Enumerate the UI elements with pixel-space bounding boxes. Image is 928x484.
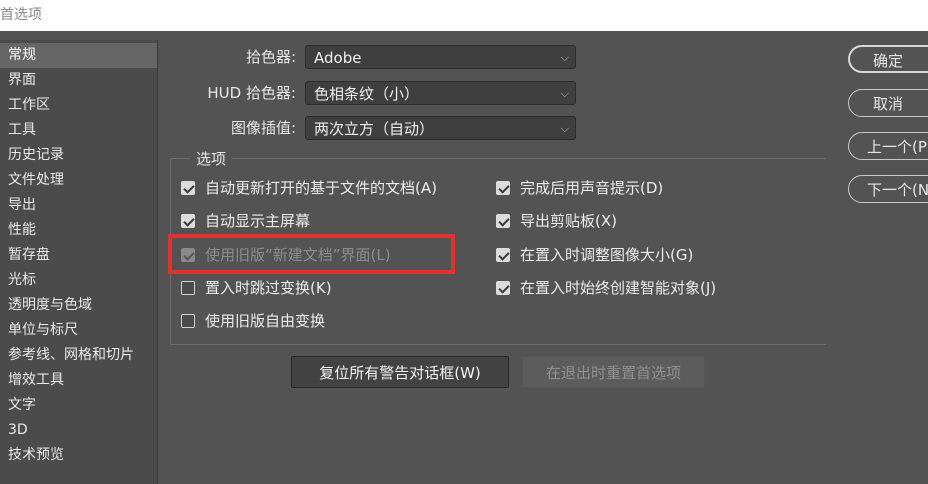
ok-button[interactable]: 确定 — [848, 45, 928, 73]
cancel-label: 取消 — [872, 95, 903, 113]
option-checkbox: 使用旧版“新建文档”界面(L) — [181, 244, 391, 266]
image-interpolation-label: 图像插值: — [230, 119, 296, 137]
sidebar-item[interactable]: 暂存盘 — [0, 243, 157, 268]
options-group-border — [170, 344, 826, 345]
sidebar-item[interactable]: 光标 — [0, 268, 157, 293]
checkbox-checked-icon — [181, 214, 195, 228]
sidebar-item[interactable]: 性能 — [0, 218, 157, 243]
checkbox-checked-icon — [496, 281, 510, 295]
sidebar-item[interactable]: 常规 — [0, 43, 157, 68]
window-title: 首选项 — [0, 7, 42, 23]
sidebar-item[interactable]: 参考线、网格和切片 — [0, 343, 157, 368]
options-group-title: 选项 — [190, 148, 233, 169]
sidebar-item[interactable]: 3D — [0, 418, 157, 443]
option-label: 置入时跳过变换(K) — [205, 279, 332, 297]
option-label: 在置入时始终创建智能对象(J) — [520, 279, 717, 297]
sidebar-item[interactable]: 技术预览 — [0, 443, 157, 468]
color-picker-value: Adobe — [314, 49, 362, 67]
option-checkbox[interactable]: 自动更新打开的基于文件的文档(A) — [181, 177, 437, 199]
hud-color-picker-select[interactable]: 色相条纹（小） ⌵ — [305, 81, 576, 105]
hud-color-picker-value: 色相条纹（小） — [314, 85, 420, 103]
option-checkbox[interactable]: 使用旧版自由变换 — [181, 310, 325, 332]
reset-on-quit-button[interactable]: 在退出时重置首选项 — [522, 356, 705, 388]
checkbox-checked-icon — [496, 181, 510, 195]
option-label: 使用旧版“新建文档”界面(L) — [205, 246, 391, 264]
option-checkbox[interactable]: 完成后用声音提示(D) — [496, 177, 663, 199]
next-button[interactable]: 下一个(N) — [848, 175, 928, 203]
reset-warnings-button[interactable]: 复位所有警告对话框(W) — [291, 356, 509, 388]
preferences-sidebar: 常规 界面 工作区 工具 历史记录 文件处理 导出 性能 暂存盘 光标 透明度与色域 单位与标尺 参考线… — [0, 40, 158, 484]
next-label: 下一个(N) — [867, 181, 928, 199]
option-checkbox[interactable]: 在置入时始终创建智能对象(J) — [496, 277, 716, 299]
image-interpolation-select[interactable]: 两次立方（自动） ⌵ — [305, 116, 576, 140]
chevron-down-icon: ⌵ — [560, 87, 569, 100]
option-checkbox[interactable]: 在置入时调整图像大小(G) — [496, 244, 693, 266]
checkbox-checked-icon — [496, 248, 510, 262]
option-label: 自动更新打开的基于文件的文档(A) — [205, 179, 437, 197]
sidebar-item[interactable]: 工具 — [0, 118, 157, 143]
option-checkbox[interactable]: 导出剪贴板(X) — [496, 210, 617, 232]
options-group-border — [170, 158, 171, 345]
sidebar-item[interactable]: 透明度与色域 — [0, 293, 157, 318]
sidebar-item[interactable]: 单位与标尺 — [0, 318, 157, 343]
sidebar-item[interactable]: 文件处理 — [0, 168, 157, 193]
image-interpolation-value: 两次立方（自动） — [314, 120, 435, 138]
checkbox-empty-icon — [181, 314, 195, 328]
prev-button[interactable]: 上一个(P) — [848, 132, 928, 160]
color-picker-label: 拾色器: — [245, 48, 296, 66]
title-bar: 首选项 — [0, 0, 928, 31]
option-label: 在置入时调整图像大小(G) — [520, 246, 694, 264]
checkbox-checked-icon — [496, 214, 510, 228]
option-label: 使用旧版自由变换 — [205, 312, 326, 330]
checkbox-checked-icon — [181, 181, 195, 195]
checkbox-empty-icon — [181, 281, 195, 295]
prev-label: 上一个(P) — [867, 138, 928, 156]
option-label: 自动显示主屏幕 — [205, 212, 311, 230]
checkbox-checked-icon — [181, 248, 195, 262]
sidebar-item[interactable]: 工作区 — [0, 93, 157, 118]
sidebar-item[interactable]: 导出 — [0, 193, 157, 218]
options-group-border — [170, 158, 826, 159]
chevron-down-icon: ⌵ — [560, 122, 569, 135]
sidebar-item[interactable]: 文字 — [0, 393, 157, 418]
option-label: 导出剪贴板(X) — [520, 212, 617, 230]
option-label: 完成后用声音提示(D) — [520, 179, 664, 197]
sidebar-item[interactable]: 增效工具 — [0, 368, 157, 393]
hud-color-picker-label: HUD 拾色器: — [207, 84, 296, 102]
color-picker-select[interactable]: Adobe ⌵ — [305, 45, 576, 69]
option-checkbox[interactable]: 置入时跳过变换(K) — [181, 277, 332, 299]
ok-label: 确定 — [872, 52, 903, 70]
chevron-down-icon: ⌵ — [560, 51, 569, 64]
option-checkbox[interactable]: 自动显示主屏幕 — [181, 210, 310, 232]
sidebar-list: 常规 界面 工作区 工具 历史记录 文件处理 导出 性能 暂存盘 光标 透明度与色域 单位与标尺 参考线… — [0, 43, 157, 468]
sidebar-item[interactable]: 历史记录 — [0, 143, 157, 168]
cancel-button[interactable]: 取消 — [848, 89, 928, 117]
sidebar-item[interactable]: 界面 — [0, 68, 157, 93]
